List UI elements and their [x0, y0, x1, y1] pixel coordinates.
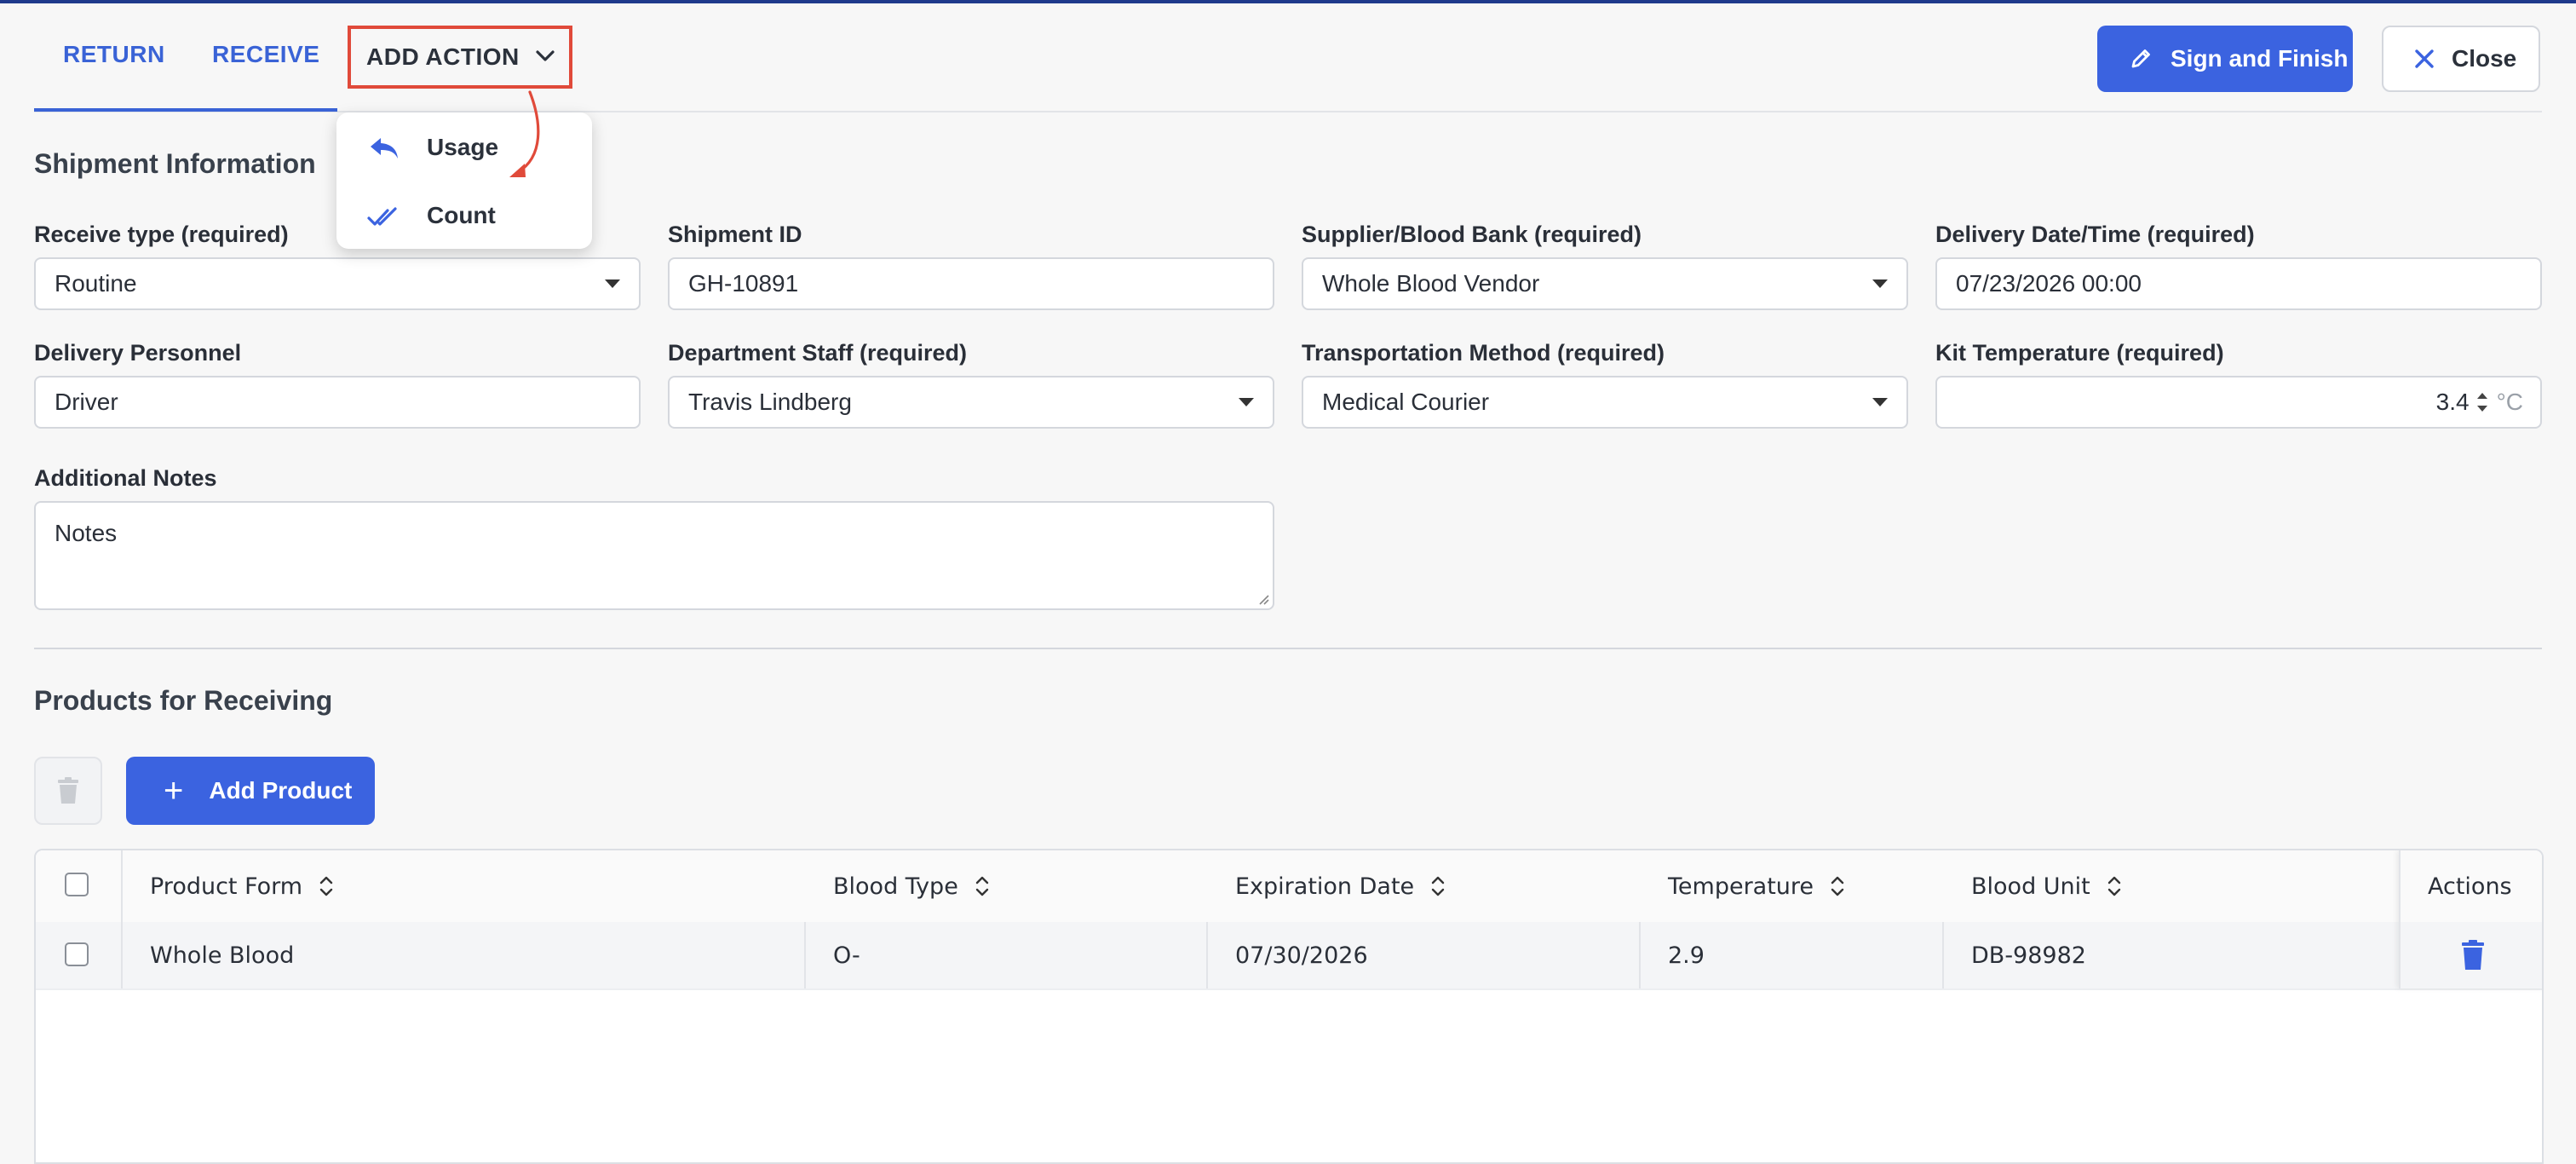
top-progress-line: [0, 0, 2576, 3]
add-action-menu: Usage Count: [336, 112, 592, 249]
column-label: Temperature: [1668, 873, 1814, 900]
delivery-personnel-value: Driver: [55, 389, 118, 415]
sort-icon: [319, 876, 333, 896]
menu-item-label: Usage: [427, 134, 499, 160]
department-staff-select[interactable]: Travis Lindberg: [668, 376, 1274, 429]
department-staff-value: Travis Lindberg: [688, 389, 852, 415]
supplier-label: Supplier/Blood Bank (required): [1302, 222, 1642, 247]
caret-down-icon: [1872, 398, 1888, 406]
shipment-section-title: Shipment Information: [34, 148, 316, 179]
column-header-expiration-date[interactable]: Expiration Date: [1235, 850, 1446, 922]
resize-grip-icon[interactable]: [1256, 591, 1269, 605]
column-label: Product Form: [150, 873, 303, 900]
additional-notes-label: Additional Notes: [34, 465, 217, 491]
column-divider: [1639, 922, 1641, 988]
plus-icon: +: [164, 772, 184, 810]
shipment-id-value: GH-10891: [688, 270, 799, 297]
kit-temperature-input[interactable]: 3.4 °C: [1935, 376, 2542, 429]
annotation-arrow-icon: [509, 90, 540, 177]
cell-blood-type: O-: [833, 942, 860, 969]
add-action-dropdown[interactable]: ADD ACTION: [348, 26, 572, 89]
row-checkbox[interactable]: [65, 942, 89, 966]
active-tab-indicator: [34, 108, 337, 112]
additional-notes-value: Notes: [55, 520, 118, 546]
select-all-checkbox[interactable]: [65, 873, 89, 896]
close-label: Close: [2452, 45, 2517, 72]
additional-notes-textarea[interactable]: Notes: [34, 501, 1274, 610]
receive-type-select[interactable]: Routine: [34, 257, 641, 310]
column-divider: [121, 850, 123, 988]
delete-row-icon[interactable]: [2460, 939, 2486, 971]
delivery-personnel-label: Delivery Personnel: [34, 340, 242, 366]
sort-icon: [1831, 876, 1844, 896]
delivery-datetime-input[interactable]: 07/23/2026 00:00: [1935, 257, 2542, 310]
supplier-value: Whole Blood Vendor: [1322, 270, 1540, 297]
delivery-datetime-label: Delivery Date/Time (required): [1935, 222, 2255, 247]
sign-and-finish-button[interactable]: Sign and Finish: [2097, 26, 2353, 92]
close-icon: [2415, 49, 2434, 68]
caret-down-icon: [1239, 398, 1254, 406]
supplier-select[interactable]: Whole Blood Vendor: [1302, 257, 1908, 310]
add-product-button[interactable]: + Add Product: [126, 757, 375, 825]
column-divider: [804, 922, 806, 988]
column-header-blood-type[interactable]: Blood Type: [833, 850, 991, 922]
menu-item-usage[interactable]: Usage: [336, 118, 592, 177]
sign-and-finish-label: Sign and Finish: [2171, 45, 2349, 72]
section-divider: [34, 648, 2542, 649]
close-button[interactable]: Close: [2382, 26, 2540, 92]
delete-selected-button[interactable]: [34, 757, 102, 825]
cell-expiration-date: 07/30/2026: [1235, 942, 1368, 969]
add-action-label: ADD ACTION: [366, 43, 520, 70]
column-header-product-form[interactable]: Product Form: [150, 850, 335, 922]
kit-temperature-unit: °C: [2496, 389, 2523, 415]
double-check-icon: [367, 207, 397, 226]
chevron-down-icon: [536, 50, 555, 61]
products-section-title: Products for Receiving: [34, 685, 333, 716]
kit-temperature-value: 3.4: [2435, 389, 2470, 415]
delivery-personnel-input[interactable]: Driver: [34, 376, 641, 429]
transport-method-label: Transportation Method (required): [1302, 340, 1665, 366]
menu-item-label: Count: [427, 202, 496, 228]
caret-down-icon: [605, 279, 620, 288]
shipment-id-label: Shipment ID: [668, 222, 802, 247]
transport-method-select[interactable]: Medical Courier: [1302, 376, 1908, 429]
column-header-blood-unit[interactable]: Blood Unit: [1971, 850, 2123, 922]
reply-arrow-icon: [371, 138, 398, 158]
column-label: Blood Unit: [1971, 873, 2090, 900]
sort-icon: [1431, 876, 1445, 896]
table-row: Whole Blood O- 07/30/2026 2.9 DB-98982: [36, 922, 2542, 990]
cell-product-form: Whole Blood: [150, 942, 295, 969]
column-divider: [1206, 922, 1208, 988]
actions-column: Actions: [2399, 850, 2542, 988]
cell-blood-unit: DB-98982: [1971, 942, 2086, 969]
column-header-actions: Actions: [2428, 873, 2512, 900]
tab-return[interactable]: RETURN: [63, 41, 165, 68]
sort-icon: [2107, 876, 2120, 896]
cell-temperature: 2.9: [1668, 942, 1705, 969]
column-divider: [1942, 922, 1944, 988]
add-product-label: Add Product: [209, 777, 353, 804]
menu-item-count[interactable]: Count: [336, 186, 592, 245]
table-header: Product Form Blood Type Expiration Date …: [36, 850, 2542, 924]
receive-type-label: Receive type (required): [34, 222, 289, 247]
tab-receive[interactable]: RECEIVE: [212, 41, 319, 68]
sort-icon: [975, 876, 989, 896]
kit-temperature-label: Kit Temperature (required): [1935, 340, 2224, 366]
column-label: Expiration Date: [1235, 873, 1415, 900]
column-header-temperature[interactable]: Temperature: [1668, 850, 1846, 922]
transport-method-value: Medical Courier: [1322, 389, 1490, 415]
pen-icon: [2131, 49, 2150, 68]
department-staff-label: Department Staff (required): [668, 340, 968, 366]
shipment-id-input[interactable]: GH-10891: [668, 257, 1274, 310]
delivery-datetime-value: 07/23/2026 00:00: [1956, 270, 2142, 297]
caret-down-icon: [1872, 279, 1888, 288]
number-spinner-icon[interactable]: [2475, 389, 2490, 415]
trash-icon: [58, 777, 78, 804]
receive-type-value: Routine: [55, 270, 137, 297]
products-table: Product Form Blood Type Expiration Date …: [34, 849, 2544, 1164]
column-label: Blood Type: [833, 873, 958, 900]
